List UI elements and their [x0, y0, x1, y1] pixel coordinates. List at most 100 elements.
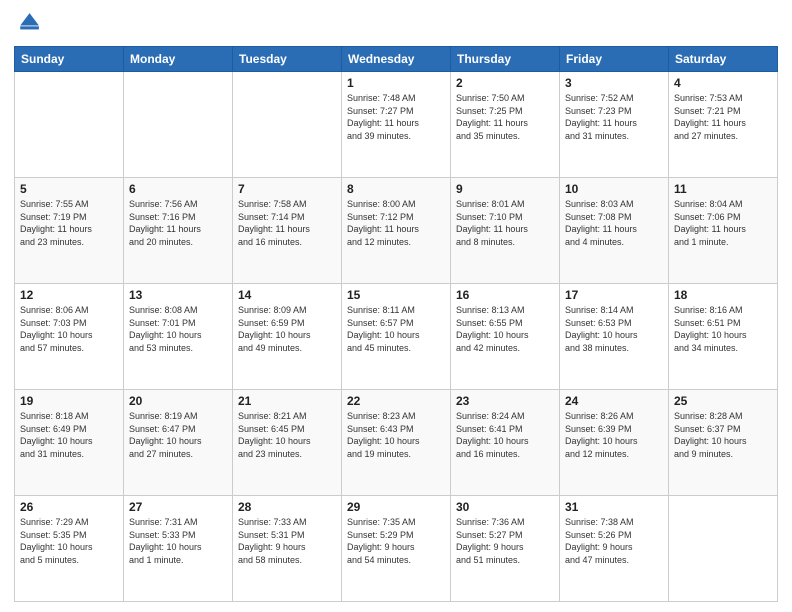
day-number: 8 [347, 182, 445, 196]
weekday-header-tuesday: Tuesday [233, 47, 342, 72]
day-info: Sunrise: 7:36 AM Sunset: 5:27 PM Dayligh… [456, 516, 554, 566]
weekday-header-sunday: Sunday [15, 47, 124, 72]
calendar-cell: 4Sunrise: 7:53 AM Sunset: 7:21 PM Daylig… [669, 72, 778, 178]
day-info: Sunrise: 8:11 AM Sunset: 6:57 PM Dayligh… [347, 304, 445, 354]
day-info: Sunrise: 8:14 AM Sunset: 6:53 PM Dayligh… [565, 304, 663, 354]
day-number: 28 [238, 500, 336, 514]
day-info: Sunrise: 8:03 AM Sunset: 7:08 PM Dayligh… [565, 198, 663, 248]
day-info: Sunrise: 8:01 AM Sunset: 7:10 PM Dayligh… [456, 198, 554, 248]
day-number: 29 [347, 500, 445, 514]
day-info: Sunrise: 8:26 AM Sunset: 6:39 PM Dayligh… [565, 410, 663, 460]
calendar-cell: 22 Sunrise: 8:23 AM Sunset: 6:43 PM Dayli… [342, 390, 451, 496]
weekday-header-friday: Friday [560, 47, 669, 72]
day-info: Sunrise: 7:35 AM Sunset: 5:29 PM Dayligh… [347, 516, 445, 566]
day-number: 25 [674, 394, 772, 408]
calendar-cell: 1 Sunrise: 7:48 AM Sunset: 7:27 PM Daylig… [342, 72, 451, 178]
day-number: 18 [674, 288, 772, 302]
weekday-row: SundayMondayTuesdayWednesdayThursdayFrid… [15, 47, 778, 72]
day-number: 16 [456, 288, 554, 302]
day-info: Sunrise: 8:13 AM Sunset: 6:55 PM Dayligh… [456, 304, 554, 354]
day-info: Sunrise: 7:50 AM Sunset: 7:25 PM Dayligh… [456, 92, 554, 142]
day-info: Sunrise: 8:21 AM Sunset: 6:45 PM Dayligh… [238, 410, 336, 460]
day-info: Sunrise: 8:06 AM Sunset: 7:03 PM Dayligh… [20, 304, 118, 354]
day-number: 19 [20, 394, 118, 408]
day-number: 6 [129, 182, 227, 196]
day-info: Sunrise: 7:31 AM Sunset: 5:33 PM Dayligh… [129, 516, 227, 566]
calendar-cell: 19Sunrise: 8:18 AM Sunset: 6:49 PM Dayli… [15, 390, 124, 496]
calendar-cell: 14 Sunrise: 8:09 AM Sunset: 6:59 PM Dayli… [233, 284, 342, 390]
calendar-week-3: 12 Sunrise: 8:06 AM Sunset: 7:03 PM Dayli… [15, 284, 778, 390]
day-number: 12 [20, 288, 118, 302]
day-info: Sunrise: 8:24 AM Sunset: 6:41 PM Dayligh… [456, 410, 554, 460]
calendar-header: SundayMondayTuesdayWednesdayThursdayFrid… [15, 47, 778, 72]
calendar-cell: 10 Sunrise: 8:03 AM Sunset: 7:08 PM Dayli… [560, 178, 669, 284]
calendar-week-2: 5Sunrise: 7:55 AM Sunset: 7:19 PM Daylig… [15, 178, 778, 284]
calendar-cell: 25 Sunrise: 8:28 AM Sunset: 6:37 PM Dayli… [669, 390, 778, 496]
calendar-cell: 27 Sunrise: 7:31 AM Sunset: 5:33 PM Dayli… [124, 496, 233, 602]
day-info: Sunrise: 8:00 AM Sunset: 7:12 PM Dayligh… [347, 198, 445, 248]
day-number: 11 [674, 182, 772, 196]
day-info: Sunrise: 7:53 AM Sunset: 7:21 PM Dayligh… [674, 92, 772, 142]
calendar-cell: 23 Sunrise: 8:24 AM Sunset: 6:41 PM Dayli… [451, 390, 560, 496]
day-info: Sunrise: 7:55 AM Sunset: 7:19 PM Dayligh… [20, 198, 118, 248]
calendar-cell: 12 Sunrise: 8:06 AM Sunset: 7:03 PM Dayli… [15, 284, 124, 390]
day-number: 22 [347, 394, 445, 408]
day-info: Sunrise: 8:28 AM Sunset: 6:37 PM Dayligh… [674, 410, 772, 460]
calendar-cell: 9 Sunrise: 8:01 AM Sunset: 7:10 PM Daylig… [451, 178, 560, 284]
day-number: 9 [456, 182, 554, 196]
day-number: 10 [565, 182, 663, 196]
calendar-week-5: 26Sunrise: 7:29 AM Sunset: 5:35 PM Dayli… [15, 496, 778, 602]
page: SundayMondayTuesdayWednesdayThursdayFrid… [0, 0, 792, 612]
day-number: 23 [456, 394, 554, 408]
day-number: 14 [238, 288, 336, 302]
day-number: 13 [129, 288, 227, 302]
calendar-cell: 13Sunrise: 8:08 AM Sunset: 7:01 PM Dayli… [124, 284, 233, 390]
calendar-cell: 8 Sunrise: 8:00 AM Sunset: 7:12 PM Daylig… [342, 178, 451, 284]
calendar-cell: 29 Sunrise: 7:35 AM Sunset: 5:29 PM Dayli… [342, 496, 451, 602]
calendar-cell: 18Sunrise: 8:16 AM Sunset: 6:51 PM Dayli… [669, 284, 778, 390]
weekday-header-wednesday: Wednesday [342, 47, 451, 72]
calendar-cell: 6 Sunrise: 7:56 AM Sunset: 7:16 PM Daylig… [124, 178, 233, 284]
calendar-cell [669, 496, 778, 602]
calendar-cell: 2 Sunrise: 7:50 AM Sunset: 7:25 PM Daylig… [451, 72, 560, 178]
day-info: Sunrise: 7:56 AM Sunset: 7:16 PM Dayligh… [129, 198, 227, 248]
calendar-cell [124, 72, 233, 178]
weekday-header-thursday: Thursday [451, 47, 560, 72]
day-number: 2 [456, 76, 554, 90]
day-number: 3 [565, 76, 663, 90]
calendar-cell: 15 Sunrise: 8:11 AM Sunset: 6:57 PM Dayli… [342, 284, 451, 390]
day-info: Sunrise: 7:29 AM Sunset: 5:35 PM Dayligh… [20, 516, 118, 566]
day-info: Sunrise: 7:33 AM Sunset: 5:31 PM Dayligh… [238, 516, 336, 566]
day-info: Sunrise: 8:09 AM Sunset: 6:59 PM Dayligh… [238, 304, 336, 354]
day-info: Sunrise: 8:19 AM Sunset: 6:47 PM Dayligh… [129, 410, 227, 460]
calendar-cell: 21 Sunrise: 8:21 AM Sunset: 6:45 PM Dayli… [233, 390, 342, 496]
day-number: 24 [565, 394, 663, 408]
day-number: 31 [565, 500, 663, 514]
calendar-cell: 17Sunrise: 8:14 AM Sunset: 6:53 PM Dayli… [560, 284, 669, 390]
calendar-cell [15, 72, 124, 178]
calendar-cell: 28 Sunrise: 7:33 AM Sunset: 5:31 PM Dayli… [233, 496, 342, 602]
calendar-cell: 24 Sunrise: 8:26 AM Sunset: 6:39 PM Dayli… [560, 390, 669, 496]
day-number: 15 [347, 288, 445, 302]
logo-icon [14, 10, 42, 38]
day-info: Sunrise: 8:23 AM Sunset: 6:43 PM Dayligh… [347, 410, 445, 460]
day-info: Sunrise: 7:48 AM Sunset: 7:27 PM Dayligh… [347, 92, 445, 142]
day-number: 30 [456, 500, 554, 514]
calendar-cell: 31Sunrise: 7:38 AM Sunset: 5:26 PM Dayli… [560, 496, 669, 602]
header [14, 10, 778, 38]
calendar-cell: 5Sunrise: 7:55 AM Sunset: 7:19 PM Daylig… [15, 178, 124, 284]
calendar-cell: 3 Sunrise: 7:52 AM Sunset: 7:23 PM Daylig… [560, 72, 669, 178]
day-info: Sunrise: 7:58 AM Sunset: 7:14 PM Dayligh… [238, 198, 336, 248]
day-info: Sunrise: 7:52 AM Sunset: 7:23 PM Dayligh… [565, 92, 663, 142]
day-number: 7 [238, 182, 336, 196]
day-info: Sunrise: 8:04 AM Sunset: 7:06 PM Dayligh… [674, 198, 772, 248]
calendar-body: 1 Sunrise: 7:48 AM Sunset: 7:27 PM Daylig… [15, 72, 778, 602]
calendar-cell: 20Sunrise: 8:19 AM Sunset: 6:47 PM Dayli… [124, 390, 233, 496]
calendar-cell: 16 Sunrise: 8:13 AM Sunset: 6:55 PM Dayli… [451, 284, 560, 390]
day-number: 27 [129, 500, 227, 514]
day-number: 21 [238, 394, 336, 408]
calendar-cell: 26Sunrise: 7:29 AM Sunset: 5:35 PM Dayli… [15, 496, 124, 602]
calendar-cell: 30 Sunrise: 7:36 AM Sunset: 5:27 PM Dayli… [451, 496, 560, 602]
day-number: 1 [347, 76, 445, 90]
calendar-cell: 7 Sunrise: 7:58 AM Sunset: 7:14 PM Daylig… [233, 178, 342, 284]
